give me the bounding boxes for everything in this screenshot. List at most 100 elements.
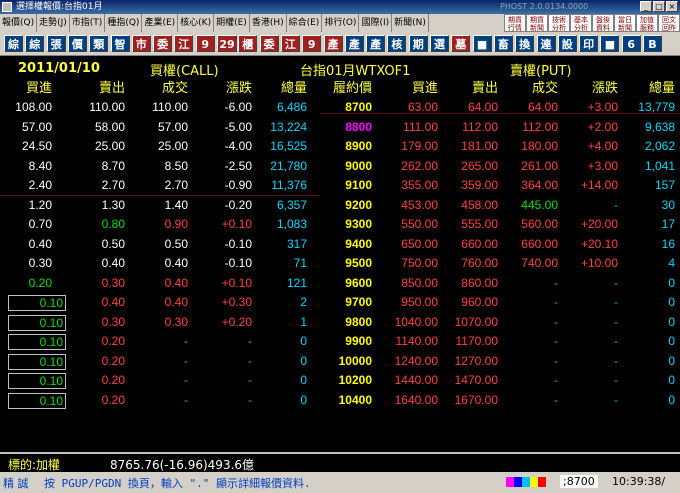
toolbar-button[interactable]: 綜	[25, 35, 45, 52]
toolbar-button[interactable]: ■	[600, 35, 620, 52]
toolbar-button[interactable]: 市	[131, 35, 151, 52]
put-bid: 1140.00	[395, 334, 439, 348]
quick-button[interactable]: 期貨 行情	[504, 14, 526, 32]
menu-item[interactable]: 香港(H)	[250, 14, 287, 32]
call-ask: 110.00	[89, 100, 125, 114]
put-volume: 16	[661, 236, 675, 251]
menu-item[interactable]: 產業(E)	[142, 14, 179, 32]
strike: 10000	[338, 353, 372, 368]
menu-item[interactable]: 綜合(E)	[287, 14, 323, 32]
put-ask: 359.00	[461, 178, 498, 192]
toolbar-button[interactable]: 選	[430, 35, 449, 52]
call-volume: 11,376	[271, 178, 307, 192]
toolbar-button[interactable]: 連	[536, 35, 556, 52]
menu-item[interactable]: 市指(T)	[70, 14, 106, 32]
call-last: 0.90	[164, 217, 188, 231]
maximize-icon[interactable]: □	[653, 1, 665, 12]
call-ask: 1.30	[101, 197, 125, 212]
call-last: -	[184, 373, 188, 387]
toolbar-button[interactable]: 委	[153, 35, 173, 52]
close-icon[interactable]: ×	[666, 1, 678, 12]
strike: 9400	[345, 236, 372, 251]
menu-item[interactable]: 國際(I)	[359, 14, 393, 32]
column-header: 漲跌	[225, 80, 252, 95]
put-ask: 555.00	[461, 217, 498, 231]
put-last: -	[554, 314, 558, 329]
toolbar-button[interactable]: 類	[89, 35, 109, 52]
toolbar-button[interactable]: 換	[515, 35, 535, 52]
toolbar-button[interactable]: 畜	[493, 35, 513, 52]
call-ask: 0.20	[101, 373, 125, 387]
toolbar-button[interactable]: 張	[46, 35, 66, 52]
quick-button[interactable]: 當日 新聞	[614, 14, 636, 32]
put-volume: 0	[668, 392, 675, 407]
menu-item[interactable]: 核心(K)	[178, 14, 215, 32]
menu-item[interactable]: 期權(E)	[214, 14, 250, 32]
toolbar-button[interactable]: 9	[195, 35, 215, 52]
toolbar-button[interactable]: 29	[217, 35, 237, 52]
toolbar-button[interactable]: 產	[323, 35, 343, 52]
menu-item[interactable]: 走勢(J)	[37, 14, 70, 32]
menu-item[interactable]: 新聞(N)	[392, 14, 429, 32]
put-bid: 355.00	[401, 178, 438, 192]
put-change: +3.00	[587, 158, 618, 173]
put-change: -	[614, 373, 618, 387]
clock: 10:39:38/	[612, 475, 666, 488]
call-bid: 8.40	[28, 158, 52, 173]
toolbar-button[interactable]: 委	[259, 35, 279, 52]
put-change: -	[614, 275, 618, 290]
quick-button[interactable]: 期貨 新聞	[526, 14, 548, 32]
put-bid: 63.00	[407, 100, 438, 114]
put-change: +20.10	[580, 236, 618, 251]
toolbar-button[interactable]: 江	[280, 35, 300, 52]
quick-button[interactable]: 加值 服務	[636, 14, 658, 32]
toolbar-button[interactable]: 櫃	[238, 35, 258, 52]
call-last: 0.50	[164, 236, 188, 251]
call-change: -	[248, 392, 252, 407]
quick-button[interactable]: 盤後 資料	[592, 14, 614, 32]
toolbar-button[interactable]: 設	[557, 35, 577, 52]
put-ask: 181.00	[461, 139, 498, 153]
quick-button[interactable]: 回文 回昨	[658, 14, 680, 32]
call-last: -	[184, 353, 188, 368]
toolbar-button[interactable]: ■	[472, 35, 492, 52]
menu-item[interactable]: 報價(Q)	[0, 14, 38, 32]
strike: 9300	[345, 217, 372, 231]
put-change: +2.00	[587, 119, 618, 134]
toolbar-button[interactable]: 產	[344, 35, 364, 52]
quick-button[interactable]: 基本 分析	[570, 14, 592, 32]
toolbar-button[interactable]: 印	[579, 35, 599, 52]
put-bid: 750.00	[401, 256, 438, 270]
call-bid: 0.40	[28, 236, 52, 251]
toolbar-button[interactable]: 綜	[4, 35, 23, 52]
quick-button[interactable]: 技術 分析	[548, 14, 570, 32]
toolbar-button[interactable]: B	[643, 35, 662, 52]
column-header: 買進	[25, 80, 52, 95]
toolbar-button[interactable]: 江	[174, 35, 194, 52]
call-change: +0.30	[221, 295, 252, 309]
toolbar-button[interactable]: 價	[67, 35, 87, 52]
call-ask: 58.00	[94, 119, 125, 134]
hint-text: 按 PGUP/PGDN 換頁，輸入 "." 顯示詳細報價資料.	[44, 477, 311, 490]
call-change: -0.10	[224, 236, 252, 251]
call-volume: 2	[300, 295, 307, 309]
toolbar-button[interactable]: 墓	[451, 35, 471, 52]
column-header: 賣出	[98, 80, 125, 95]
put-last: 445.00	[521, 197, 558, 212]
toolbar-button[interactable]: 智	[110, 35, 130, 52]
call-volume: 6,486	[276, 100, 307, 114]
minimize-icon[interactable]: _	[640, 1, 652, 12]
toolbar-button[interactable]: 核	[387, 35, 407, 52]
menu-item[interactable]: 種指(Q)	[105, 14, 143, 32]
toolbar-button[interactable]: 9	[302, 35, 322, 52]
put-ask: 1270.00	[454, 353, 498, 368]
call-ask: 2.70	[101, 178, 125, 192]
toolbar-button[interactable]: 6	[621, 35, 641, 52]
code-input[interactable]: ;8700	[560, 475, 598, 488]
menu-list: 報價(Q) 走勢(J) 市指(T) 種指(Q) 產業(E) 核心(K) 期權(E) 香港(H)…	[0, 14, 429, 32]
menu-item[interactable]: 排行(O)	[322, 14, 360, 32]
toolbar-button[interactable]: 產	[366, 35, 386, 52]
put-last: 740.00	[521, 256, 558, 270]
toolbar-button[interactable]: 期	[408, 35, 428, 52]
call-change: -0.90	[224, 178, 252, 192]
